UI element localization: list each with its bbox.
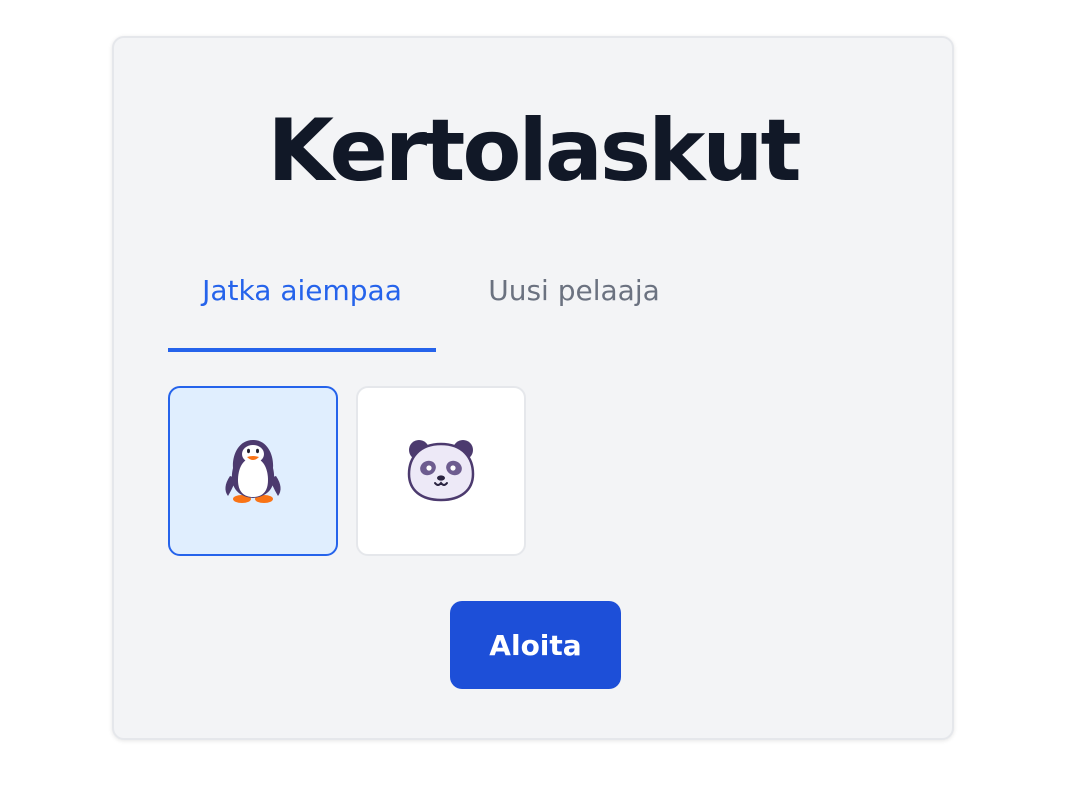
tab-new-player[interactable]: Uusi pelaaja xyxy=(436,264,712,350)
avatar-penguin[interactable] xyxy=(168,386,338,556)
avatar-panda[interactable] xyxy=(356,386,526,556)
tab-continue[interactable]: Jatka aiempaa xyxy=(168,264,436,352)
player-tabs: Jatka aiempaa Uusi pelaaja xyxy=(168,264,902,352)
app-title: Kertolaskut xyxy=(267,101,801,201)
tab-new-player-label: Uusi pelaaja xyxy=(488,274,660,307)
penguin-icon xyxy=(225,440,281,503)
tab-continue-label: Jatka aiempaa xyxy=(202,274,402,307)
panda-icon xyxy=(407,440,475,502)
start-button[interactable]: Aloita xyxy=(450,601,621,689)
login-card: Kertolaskut Jatka aiempaa Uusi pelaaja A… xyxy=(112,36,954,740)
